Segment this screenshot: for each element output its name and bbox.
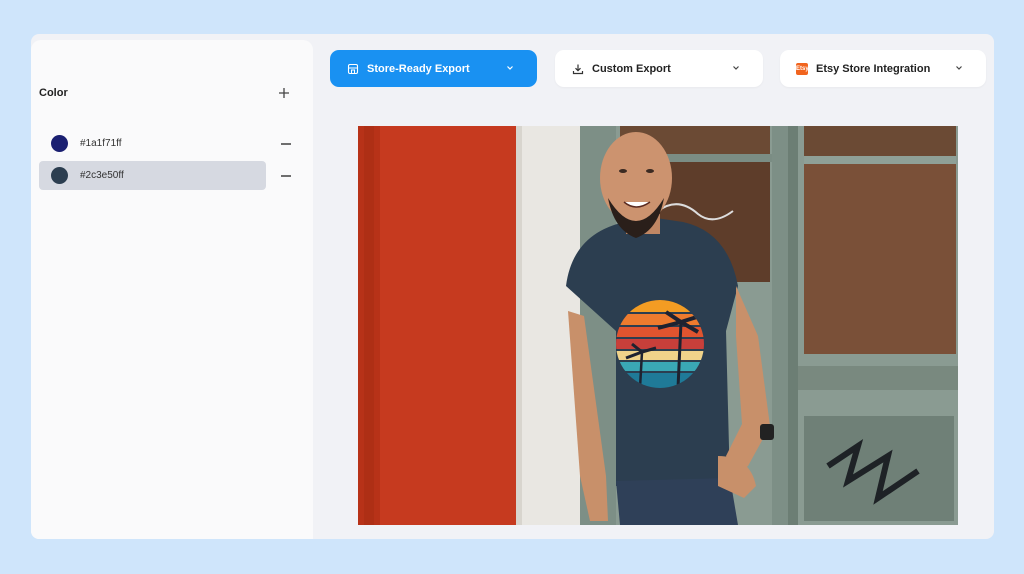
plus-icon xyxy=(279,88,289,98)
custom-export-label: Custom Export xyxy=(592,62,671,75)
color-section-header: Color xyxy=(39,82,295,104)
storefront-icon xyxy=(347,63,359,74)
remove-color-button[interactable] xyxy=(279,137,293,151)
chevron-down-icon xyxy=(507,66,513,70)
chevron-down-icon xyxy=(956,66,962,70)
app-window: Color #1a1f71ff #2c3e50ff Store-Ready Ex… xyxy=(31,34,994,539)
custom-export-button[interactable]: Custom Export xyxy=(555,50,763,87)
color-hex-label: #2c3e50ff xyxy=(80,170,124,181)
chevron-down-icon xyxy=(733,66,739,70)
etsy-logo-icon: Etsy xyxy=(796,62,809,75)
color-sidebar: Color #1a1f71ff #2c3e50ff xyxy=(31,40,313,539)
etsy-store-integration-label: Etsy Store Integration xyxy=(816,62,931,75)
color-row[interactable]: #1a1f71ff xyxy=(39,129,266,158)
store-ready-export-label: Store-Ready Export xyxy=(367,62,470,75)
color-row-selected[interactable]: #2c3e50ff xyxy=(39,161,266,190)
store-ready-export-button[interactable]: Store-Ready Export xyxy=(330,50,537,87)
color-hex-label: #1a1f71ff xyxy=(80,138,122,149)
mockup-preview-image xyxy=(358,126,958,525)
color-section-title: Color xyxy=(39,87,68,99)
download-icon xyxy=(572,64,584,74)
etsy-store-integration-button[interactable]: Etsy Etsy Store Integration xyxy=(780,50,986,87)
color-swatch xyxy=(51,135,68,152)
add-color-button[interactable] xyxy=(273,82,295,104)
color-swatch xyxy=(51,167,68,184)
mockup-photo xyxy=(358,126,958,525)
minus-icon xyxy=(281,143,291,145)
remove-color-button[interactable] xyxy=(279,169,293,183)
minus-icon xyxy=(281,175,291,177)
